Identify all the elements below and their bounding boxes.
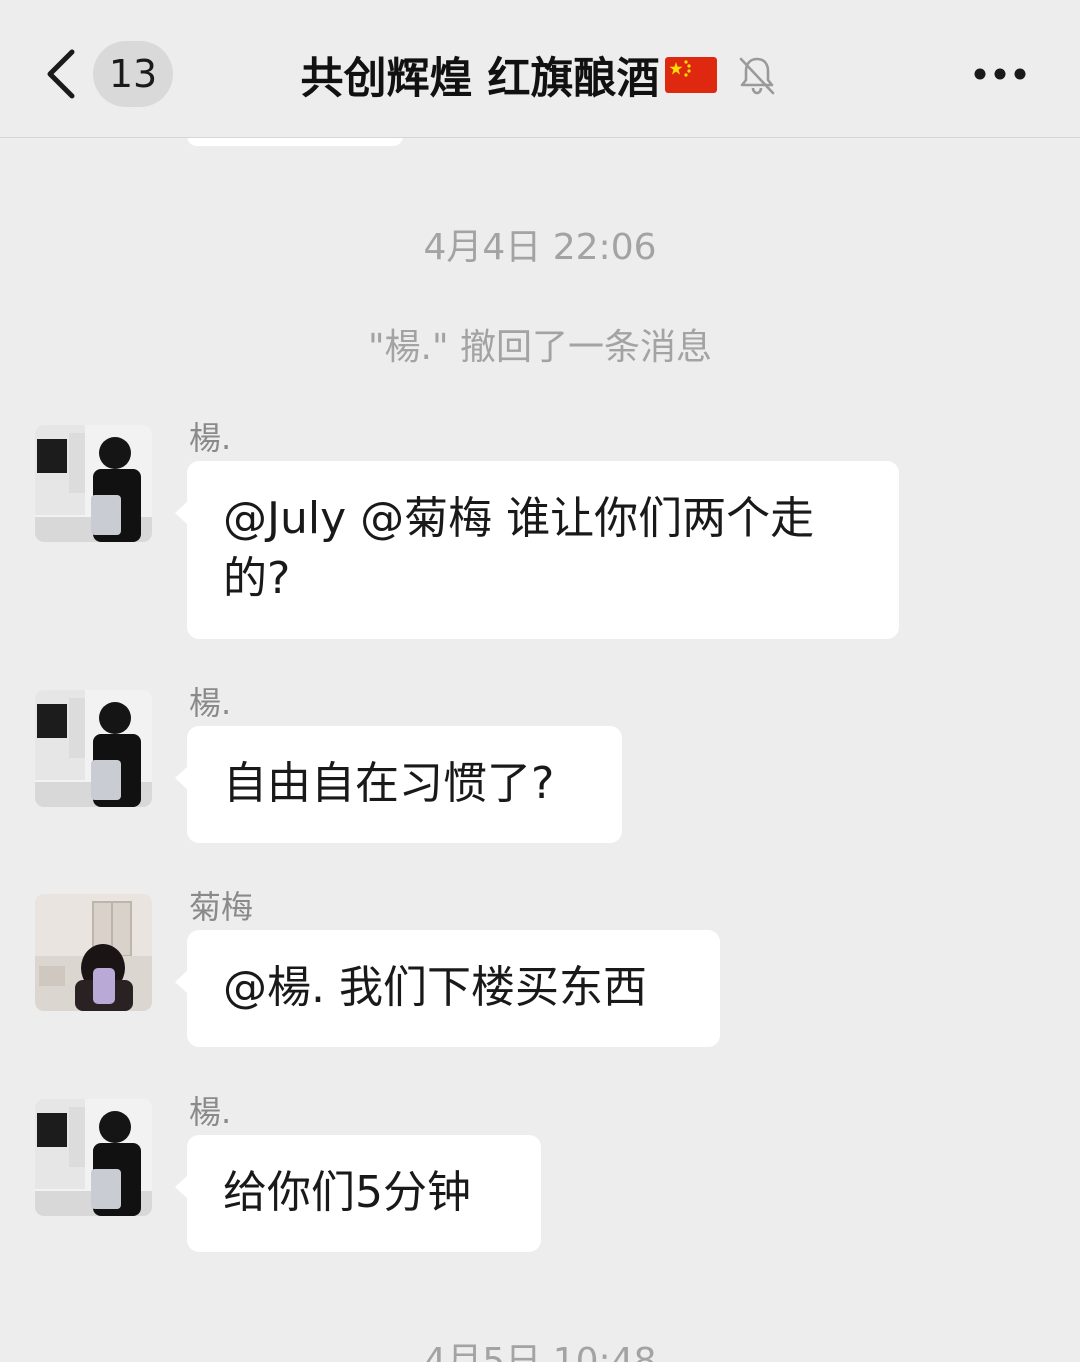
china-flag-icon [665,57,718,93]
chevron-left-icon [47,49,75,99]
unread-count-badge[interactable]: 13 [93,41,173,107]
sender-name: 楊. [189,419,232,457]
bubble-tail [175,1175,188,1199]
message-text: 给你们5分钟 [223,1167,471,1218]
bell-muted-icon [740,57,775,95]
message-bubble[interactable]: 自由自在习惯了? [175,726,622,843]
sender-name: 楊. [189,684,232,722]
avatar-photo [35,894,152,1011]
recall-notice: "楊." 撤回了一条消息 [367,327,712,368]
bubble-tail [175,501,188,525]
message-bubble[interactable]: 给你们5分钟 [175,1135,541,1252]
avatar[interactable] [35,425,152,542]
message-bubble[interactable]: @楊. 我们下楼买东西 [175,930,720,1047]
message-text: @July @菊梅 谁让你们两个走的? [223,493,815,604]
avatar[interactable] [35,690,152,807]
more-options-button[interactable] [968,56,1032,92]
timestamp: 4月4日 22:06 [423,227,657,268]
sender-name: 楊. [189,1093,232,1131]
chat-header: 13 共创辉煌 红旗酿酒 [0,0,1080,138]
bubble-tail [175,970,188,994]
message-bubble[interactable]: @July @菊梅 谁让你们两个走的? [175,461,899,639]
avatar-photo [35,690,152,807]
message-text: 自由自在习惯了? [223,758,555,809]
avatar-photo [35,425,152,542]
avatar-photo [35,1099,152,1216]
timestamp: 4月5日 10:48 [423,1341,657,1362]
back-button[interactable] [40,46,84,102]
chat-title-group[interactable]: 共创辉煌 红旗酿酒 [240,40,840,110]
avatar[interactable] [35,1099,152,1216]
more-dots-icon [974,68,1026,80]
bubble-tail [175,766,188,790]
message-text: @楊. 我们下楼买东西 [223,962,647,1013]
sender-name: 菊梅 [189,888,254,926]
avatar[interactable] [35,894,152,1011]
chat-title: 共创辉煌 红旗酿酒 [300,54,660,104]
